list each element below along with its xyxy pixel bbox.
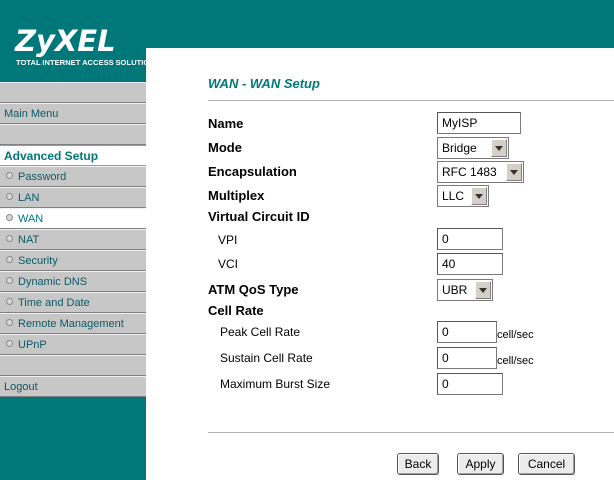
title-divider	[208, 100, 614, 101]
sidebar-section-advanced-setup[interactable]: Advanced Setup	[0, 145, 146, 166]
sidebar-item-upnp[interactable]: UPnP	[0, 334, 146, 355]
sustain-cell-rate-label: Sustain Cell Rate	[220, 351, 313, 365]
multiplex-label: Multiplex	[208, 188, 265, 203]
sidebar-item-time-and-date[interactable]: Time and Date	[0, 292, 146, 313]
name-label: Name	[208, 116, 244, 131]
sidebar-item-password[interactable]: Password	[0, 166, 146, 187]
name-input[interactable]: MyISP	[437, 112, 521, 134]
sidebar-nav: Main Menu Advanced Setup Password LAN WA…	[0, 82, 146, 397]
vci-label: VCI	[218, 257, 239, 271]
sidebar-item-lan[interactable]: LAN	[0, 187, 146, 208]
sidebar-item-logout[interactable]: Logout	[0, 376, 146, 397]
mode-select[interactable]: Bridge	[437, 137, 509, 159]
bullet-icon	[6, 214, 13, 221]
atm-qos-type-select[interactable]: UBR	[437, 279, 493, 301]
atm-qos-type-value: UBR	[442, 283, 468, 297]
peak-cell-rate-label: Peak Cell Rate	[220, 325, 301, 339]
sustain-cell-rate-unit: cell/sec	[497, 355, 534, 367]
chevron-down-icon[interactable]	[475, 281, 491, 299]
sidebar-item-nat[interactable]: NAT	[0, 229, 146, 250]
atm-qos-type-label: ATM QoS Type	[208, 282, 299, 297]
nav-spacer	[0, 355, 146, 376]
back-button[interactable]: Back	[397, 453, 439, 475]
peak-cell-rate-input[interactable]: 0	[437, 321, 497, 343]
sidebar-item-security[interactable]: Security	[0, 250, 146, 271]
vpi-input[interactable]: 0	[437, 228, 503, 250]
chevron-down-icon[interactable]	[491, 139, 507, 157]
virtual-circuit-id-heading: Virtual Circuit ID	[208, 209, 310, 224]
bullet-icon	[6, 319, 13, 326]
main-panel	[146, 48, 614, 480]
bullet-icon	[6, 277, 13, 284]
buttons-divider	[208, 432, 614, 433]
bullet-icon	[6, 256, 13, 263]
maximum-burst-size-label: Maximum Burst Size	[220, 377, 331, 391]
logo-text: ZyXEL	[15, 24, 116, 58]
nav-spacer	[0, 82, 146, 103]
mode-value: Bridge	[442, 141, 477, 155]
encapsulation-select[interactable]: RFC 1483	[437, 161, 524, 183]
bullet-icon	[6, 172, 13, 179]
encapsulation-label: Encapsulation	[208, 164, 297, 179]
chevron-down-icon[interactable]	[471, 187, 487, 205]
bullet-icon	[6, 298, 13, 305]
bullet-icon	[6, 340, 13, 347]
chevron-down-icon[interactable]	[506, 163, 522, 181]
cancel-button[interactable]: Cancel	[518, 453, 575, 475]
cell-rate-heading: Cell Rate	[208, 303, 264, 318]
sustain-cell-rate-input[interactable]: 0	[437, 347, 497, 369]
sidebar-item-remote-management[interactable]: Remote Management	[0, 313, 146, 334]
page-title: WAN - WAN Setup	[208, 76, 320, 91]
bullet-icon	[6, 235, 13, 242]
apply-button[interactable]: Apply	[457, 453, 504, 475]
nav-spacer	[0, 124, 146, 145]
vpi-label: VPI	[218, 233, 238, 247]
sidebar-item-dynamic-dns[interactable]: Dynamic DNS	[0, 271, 146, 292]
peak-cell-rate-unit: cell/sec	[497, 329, 534, 341]
multiplex-select[interactable]: LLC	[437, 185, 489, 207]
vci-input[interactable]: 40	[437, 253, 503, 275]
sidebar-item-wan[interactable]: WAN	[0, 208, 146, 229]
logo-tagline: TOTAL INTERNET ACCESS SOLUTION	[16, 58, 155, 67]
zyxel-logo: ZyXEL TOTAL INTERNET ACCESS SOLUTION	[14, 24, 155, 67]
encapsulation-value: RFC 1483	[442, 165, 497, 179]
multiplex-value: LLC	[442, 189, 465, 203]
sidebar-item-main-menu[interactable]: Main Menu	[0, 103, 146, 124]
bullet-icon	[6, 193, 13, 200]
mode-label: Mode	[208, 140, 242, 155]
maximum-burst-size-input[interactable]: 0	[437, 373, 503, 395]
